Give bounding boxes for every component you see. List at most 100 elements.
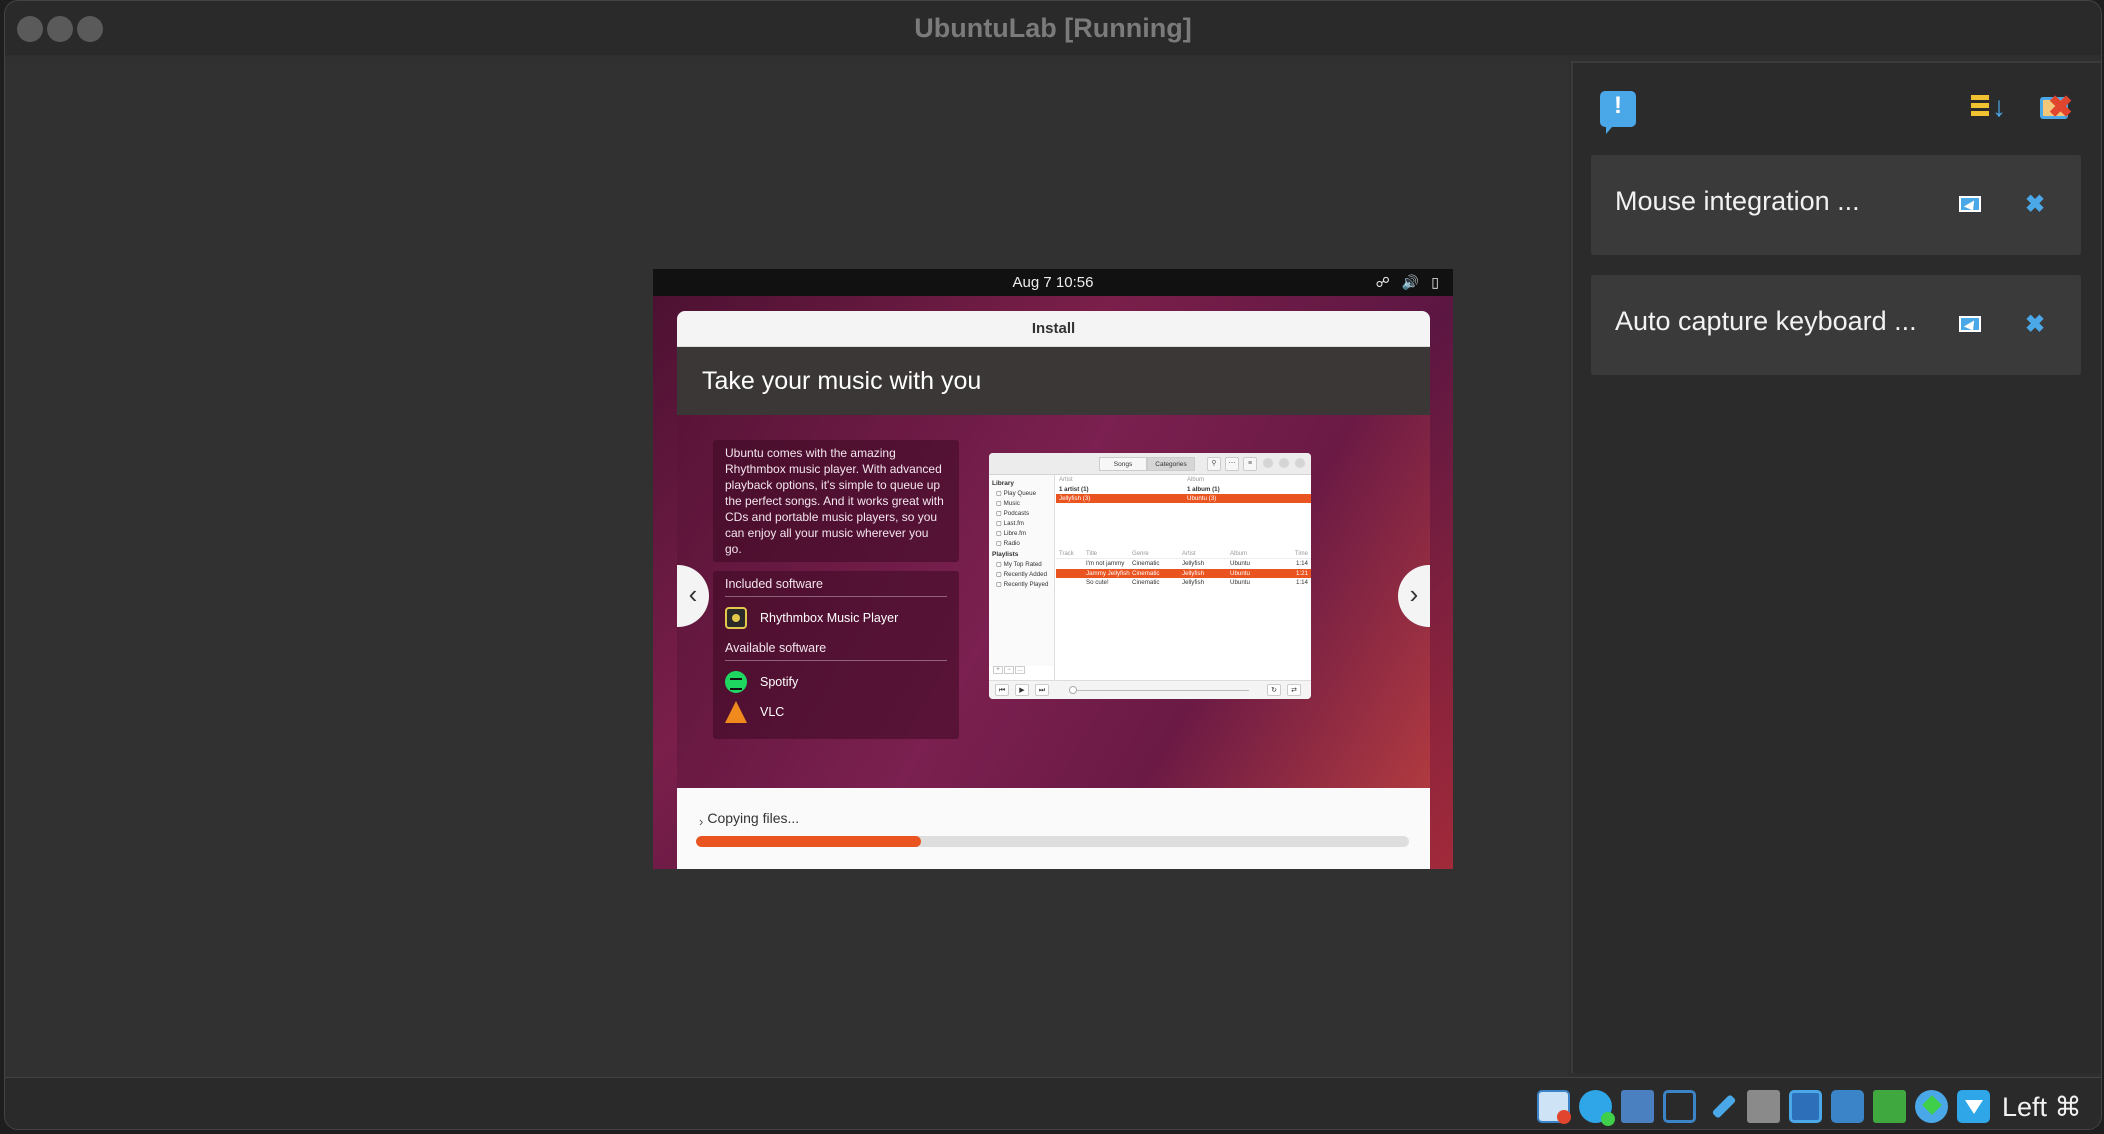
download-icon[interactable] bbox=[1957, 1090, 1990, 1123]
installer-title: Install bbox=[677, 311, 1430, 347]
track-list: I'm not jammy Cinematic Jellyfish Ubuntu… bbox=[1056, 559, 1311, 588]
track-artist: Jellyfish bbox=[1182, 579, 1205, 586]
track-time: 1:14 bbox=[1295, 579, 1308, 586]
rhythmbox-icon bbox=[725, 607, 747, 629]
notification-mouse-integration[interactable]: Mouse integration ... ✖ bbox=[1591, 155, 2081, 255]
network-icon[interactable]: ☍ bbox=[1376, 273, 1390, 291]
table-row: I'm not jammy Cinematic Jellyfish Ubuntu… bbox=[1056, 559, 1311, 569]
install-status: Copying files... bbox=[707, 810, 800, 826]
notification-center: ↓ ✖ Mouse integration ... ✖ Auto capture… bbox=[1571, 61, 2101, 1073]
usb-icon[interactable] bbox=[1705, 1090, 1738, 1123]
optical-drive-icon[interactable] bbox=[1579, 1090, 1615, 1126]
chevron-right-icon: › bbox=[699, 813, 704, 829]
tab-songs: Songs bbox=[1099, 457, 1147, 471]
rhythmbox-screenshot: Songs Categories ⚲ ⋯ ≡ Library Play Queu… bbox=[989, 453, 1311, 699]
track-album: Ubuntu bbox=[1230, 579, 1250, 586]
track-genre: Cinematic bbox=[1132, 579, 1160, 586]
track-album: Ubuntu bbox=[1230, 569, 1250, 577]
library-heading: Library bbox=[992, 480, 1015, 487]
status-bar: Left ⌘ bbox=[5, 1077, 2101, 1129]
seek-bar bbox=[1069, 690, 1249, 691]
software-label: VLC bbox=[760, 705, 785, 719]
display-icon[interactable] bbox=[1663, 1090, 1696, 1123]
column-header: Genre bbox=[1132, 551, 1149, 557]
track-artist: Jellyfish bbox=[1182, 560, 1205, 567]
sort-notifications-icon[interactable]: ↓ bbox=[1969, 91, 2006, 127]
software-label: Spotify bbox=[760, 675, 799, 689]
menu-icon: ≡ bbox=[1243, 457, 1257, 471]
network-icon[interactable] bbox=[1915, 1090, 1948, 1123]
vlc-icon bbox=[725, 701, 747, 723]
window-title: UbuntuLab [Running] bbox=[914, 13, 1192, 43]
guest-clock[interactable]: Aug 7 10:56 bbox=[653, 274, 1453, 291]
slide-title: Take your music with you bbox=[677, 347, 1430, 415]
play-icon: ▶ bbox=[1015, 684, 1029, 696]
battery-icon[interactable]: ▯ bbox=[1431, 273, 1439, 291]
artist-column-header: Artist bbox=[1059, 477, 1073, 483]
album-summary: 1 album (1) bbox=[1187, 486, 1220, 493]
alert-icon[interactable] bbox=[1600, 91, 1636, 134]
cpu-icon[interactable] bbox=[1873, 1090, 1906, 1123]
title-bar: UbuntuLab [Running] bbox=[5, 1, 2101, 55]
playlist-item: My Top Rated bbox=[992, 560, 1051, 570]
hard-disk-icon[interactable] bbox=[1537, 1090, 1571, 1124]
rhythmbox-headerbar: Songs Categories ⚲ ⋯ ≡ bbox=[989, 453, 1311, 475]
guest-top-bar: Aug 7 10:56 ☍ 🔊 ▯ bbox=[653, 269, 1453, 296]
shared-folders-icon[interactable] bbox=[1747, 1090, 1780, 1123]
notification-auto-capture-keyboard[interactable]: Auto capture keyboard ... ✖ bbox=[1591, 275, 2081, 375]
software-list: Included software Rhythmbox Music Player… bbox=[713, 571, 959, 739]
audio-icon[interactable] bbox=[1621, 1090, 1654, 1123]
installer-footer: › Copying files... bbox=[677, 788, 1430, 869]
volume-icon[interactable]: 🔊 bbox=[1402, 273, 1419, 291]
library-item: Music bbox=[992, 499, 1051, 509]
shuffle-icon: ⇄ bbox=[1287, 684, 1301, 696]
progress-fill bbox=[696, 836, 921, 847]
maximize-icon bbox=[1279, 458, 1289, 468]
sidebar-buttons: + −… bbox=[989, 666, 1055, 680]
next-slide-button[interactable]: › bbox=[1398, 565, 1430, 627]
host-key-indicator[interactable]: Left ⌘ bbox=[2002, 1092, 2082, 1123]
artist-selected: Jellyfish (3) bbox=[1059, 495, 1091, 502]
software-label: Rhythmbox Music Player bbox=[760, 611, 899, 625]
library-item: Podcasts bbox=[992, 509, 1051, 519]
screen-icon[interactable] bbox=[1789, 1090, 1822, 1123]
search-icon: ⚲ bbox=[1207, 457, 1221, 471]
track-title: Jammy Jellyfish bbox=[1086, 569, 1130, 577]
track-list-header: Track Title Genre Artist Album Time bbox=[1056, 549, 1311, 559]
guest-screen[interactable]: Aug 7 10:56 ☍ 🔊 ▯ Install Take your musi… bbox=[653, 269, 1453, 869]
library-item: Radio bbox=[992, 539, 1051, 549]
column-header: Track bbox=[1059, 551, 1074, 557]
library-item: Last.fm bbox=[992, 519, 1051, 529]
close-icon[interactable]: ✖ bbox=[2023, 313, 2047, 337]
spotify-icon bbox=[725, 671, 747, 693]
pin-icon[interactable] bbox=[1956, 193, 1981, 217]
notification-text: Auto capture keyboard ... bbox=[1615, 306, 1917, 336]
playlists-heading: Playlists bbox=[992, 551, 1019, 558]
playback-controls: ⏮ ▶ ⏭ ↻ ⇄ bbox=[989, 680, 1311, 699]
seek-knob bbox=[1069, 686, 1077, 694]
recording-icon[interactable] bbox=[1831, 1090, 1864, 1123]
previous-slide-button[interactable]: ‹ bbox=[677, 565, 709, 627]
details-expander[interactable]: › Copying files... bbox=[699, 810, 800, 829]
track-time: 1:21 bbox=[1295, 569, 1308, 577]
dismiss-all-icon[interactable]: ✖ bbox=[2038, 91, 2074, 127]
album-column-header: Album bbox=[1187, 477, 1205, 483]
close-icon[interactable]: ✖ bbox=[2023, 193, 2047, 217]
next-track-icon: ⏭ bbox=[1035, 684, 1049, 696]
column-header: Time bbox=[1294, 551, 1308, 557]
previous-track-icon: ⏮ bbox=[995, 684, 1009, 696]
software-item-vlc: VLC bbox=[725, 697, 947, 727]
track-title: So cute! bbox=[1086, 579, 1109, 586]
rhythmbox-browser: Artist Album 1 artist (1) 1 album (1) Je… bbox=[1056, 475, 1311, 680]
table-row: Jammy Jellyfish Cinematic Jellyfish Ubun… bbox=[1056, 568, 1311, 578]
included-software-heading: Included software bbox=[725, 577, 947, 597]
minimize-icon bbox=[1263, 458, 1273, 468]
artist-summary: 1 artist (1) bbox=[1059, 486, 1089, 493]
pin-icon[interactable] bbox=[1956, 313, 1981, 337]
software-item-rhythmbox: Rhythmbox Music Player bbox=[725, 603, 947, 633]
library-item: Play Queue bbox=[992, 489, 1051, 499]
track-genre: Cinematic bbox=[1132, 569, 1160, 577]
table-row: So cute! Cinematic Jellyfish Ubuntu 1:14 bbox=[1056, 578, 1311, 588]
library-item: Libre.fm bbox=[992, 529, 1051, 539]
track-artist: Jellyfish bbox=[1182, 569, 1205, 577]
